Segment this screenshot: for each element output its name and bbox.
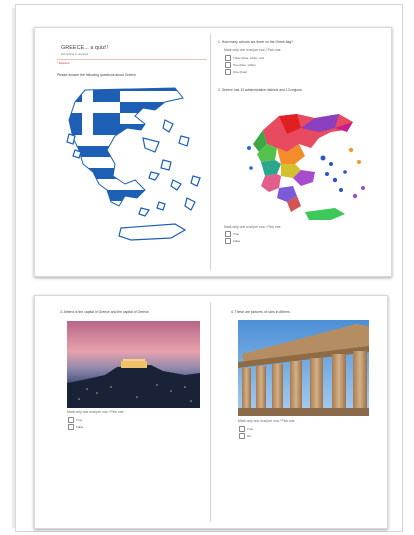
q4-option-no[interactable]: No: [239, 433, 251, 439]
q1-option-1-label: Three (blue, white, red): [233, 56, 265, 60]
page-2: 3. Athens is the capital of Greece and t…: [34, 295, 388, 529]
q4-option-no-label: No: [247, 434, 251, 438]
required-note: * Required: [57, 62, 70, 65]
q2-option-false[interactable]: False: [225, 238, 240, 244]
q1-option-1[interactable]: Three (blue, white, red): [225, 55, 264, 61]
question-2-hint: Mark only one oval per row / Pick one: [224, 225, 281, 229]
q2-option-false-label: False: [233, 239, 241, 243]
q1-option-3[interactable]: One (blue): [225, 69, 247, 75]
title-divider: [57, 59, 207, 60]
question-3-text: 3. Athens is the capital of Greece and t…: [60, 310, 150, 314]
form-intro: Please answer the following questions ab…: [57, 73, 136, 77]
q2-option-true-checkbox[interactable]: [225, 231, 231, 237]
q1-option-3-checkbox[interactable]: [225, 69, 231, 75]
q4-option-true[interactable]: True: [239, 426, 253, 432]
q3-option-true-checkbox[interactable]: [68, 417, 74, 423]
q3-option-true[interactable]: True: [68, 417, 82, 423]
question-4-hint: Mark only one oval per row / Pick one: [238, 419, 295, 423]
page-2-column-divider: [210, 302, 211, 522]
q1-option-2-checkbox[interactable]: [225, 62, 231, 68]
question-2-text: 2. Greece has 13 administrative district…: [218, 88, 303, 92]
parthenon-photo: [238, 320, 369, 416]
q4-option-true-checkbox[interactable]: [239, 426, 245, 432]
form-title: GREECE... a quiz!!: [61, 45, 109, 51]
q3-option-false-checkbox[interactable]: [68, 424, 74, 430]
mainland-flag: [69, 88, 183, 206]
q2-option-true-label: True: [233, 232, 240, 236]
q2-option-true[interactable]: True: [225, 231, 239, 237]
question-3-hint: Mark only one oval per row / Pick one: [67, 410, 124, 414]
q2-option-false-checkbox[interactable]: [225, 238, 231, 244]
q3-option-true-label: True: [76, 418, 83, 422]
page-1-column-divider: [210, 34, 211, 270]
greece-regions-map: [247, 114, 365, 220]
q4-option-true-label: True: [247, 427, 254, 431]
form-subtitle: Everything is required.: [61, 52, 89, 56]
question-1-text: 1. How many colours are there on the Gre…: [218, 40, 294, 44]
q1-option-1-checkbox[interactable]: [225, 55, 231, 61]
question-1-hint: Mark only one oval per row / Pick one: [224, 48, 281, 52]
acropolis-night-photo: [67, 321, 200, 408]
page-1: GREECE... a quiz!! Everything is require…: [34, 27, 392, 277]
q3-option-false[interactable]: False: [68, 424, 83, 430]
greece-flag-map: [66, 87, 201, 241]
q3-option-false-label: False: [76, 425, 84, 429]
question-4-text: 4. These are pictures of ruins in Athens…: [231, 310, 291, 314]
q4-option-no-checkbox[interactable]: [239, 433, 245, 439]
q1-option-3-label: One (blue): [233, 70, 248, 74]
q1-option-2-label: Two (blue, white): [233, 63, 256, 67]
q1-option-2[interactable]: Two (blue, white): [225, 62, 256, 68]
